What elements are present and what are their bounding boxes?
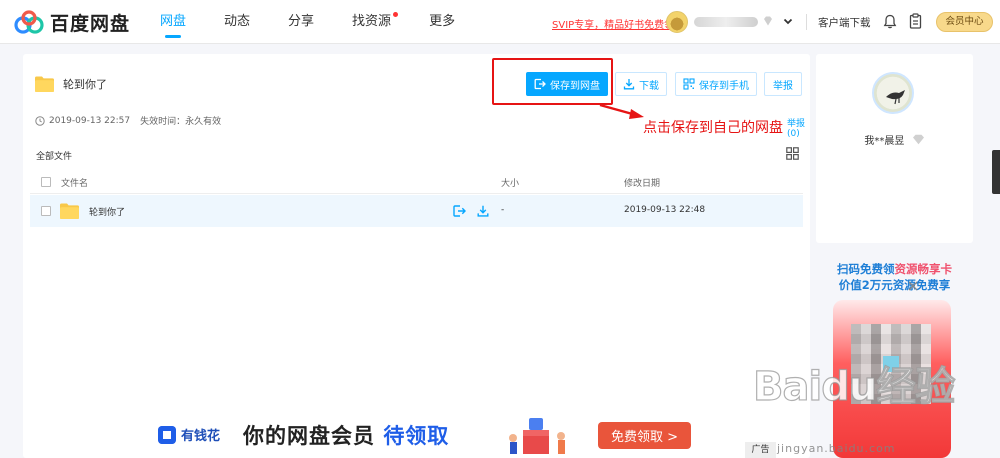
sharer-name-row: 我**晨昱 (816, 132, 973, 147)
ad-headline: 你的网盘会员 待领取 (243, 420, 449, 450)
ad-headline-highlight: 待领取 (383, 424, 450, 448)
user-avatar[interactable] (666, 11, 688, 33)
column-header-date[interactable]: 修改日期 (624, 176, 660, 189)
member-center-button[interactable]: 会员中心 (936, 12, 993, 32)
nav-tab-activity[interactable]: 动态 (224, 0, 250, 44)
nav-tab-share[interactable]: 分享 (288, 0, 314, 44)
main-nav-tabs: 网盘 动态 分享 找资源 更多 (160, 0, 493, 44)
breadcrumb-all-files[interactable]: 全部文件 (36, 149, 72, 162)
brand-name: 百度网盘 (50, 13, 131, 35)
brand-logo[interactable]: 百度网盘 (14, 9, 130, 36)
baidu-cloud-logo-icon (14, 9, 44, 34)
ad-tag: 广告 (745, 442, 776, 458)
ad-brand-logo: 有钱花 (158, 425, 220, 444)
ad-brand-name: 有钱花 (181, 429, 221, 444)
table-row[interactable]: 轮到你了 - 2019-09-13 22:48 (30, 195, 803, 227)
promo-headline-highlight: 资源畅享卡 (894, 262, 953, 276)
save-to-phone-button[interactable]: 保存到手机 (675, 72, 757, 96)
report-count: (0) (787, 129, 800, 139)
share-detail-panel: 轮到你了 2019-09-13 22:57 失效时间：永久有效 举报(0) 保存… (23, 54, 810, 458)
username-blurred[interactable] (694, 17, 758, 27)
clipboard-icon[interactable] (909, 13, 922, 29)
promo-headline-prefix: 扫码免费领 (837, 262, 895, 276)
select-all-checkbox[interactable] (41, 177, 51, 187)
report-count-link[interactable]: 举报(0) (787, 116, 810, 139)
save-to-disk-icon[interactable] (453, 205, 466, 217)
nav-divider (806, 14, 807, 30)
bottom-ad-banner[interactable]: 有钱花 你的网盘会员 待领取 免费领取 > 广告 (146, 412, 776, 458)
vip-diamond-icon (764, 16, 772, 26)
floating-side-tab[interactable] (992, 150, 1000, 194)
clock-icon (35, 115, 45, 126)
row-file-size: - (501, 205, 505, 215)
save-to-phone-label: 保存到手机 (699, 80, 749, 92)
svip-promo-link[interactable]: SVIP专享，精品好书免费领 (552, 16, 674, 31)
vip-diamond-icon (912, 134, 924, 145)
ad-claim-button[interactable]: 免费领取 > (598, 422, 691, 449)
download-icon[interactable] (477, 205, 489, 217)
share-meta: 2019-09-13 22:57 失效时间：永久有效 (35, 114, 221, 127)
qr-code-icon (683, 78, 695, 90)
nav-tab-more[interactable]: 更多 (429, 0, 455, 44)
download-icon (623, 79, 635, 90)
ad-illustration-icon (509, 418, 565, 454)
folder-icon (35, 76, 54, 92)
share-created-time: 2019-09-13 22:57 (49, 115, 131, 126)
share-expire-time: 失效时间：永久有效 (140, 117, 222, 127)
nav-tab-find-resources-label: 找资源 (352, 14, 392, 29)
folder-icon (60, 203, 79, 219)
chevron-down-icon[interactable] (782, 15, 794, 27)
row-modified-date: 2019-09-13 22:48 (624, 205, 706, 215)
download-button[interactable]: 下载 (615, 72, 667, 96)
annotation-text: 点击保存到自己的网盘 (643, 120, 783, 136)
save-to-disk-icon (534, 78, 546, 90)
promo-phone-frame (833, 300, 951, 458)
qr-code-center-mark (883, 356, 899, 372)
download-label: 下载 (639, 80, 659, 92)
ad-headline-prefix: 你的网盘会员 (243, 424, 375, 448)
client-download-link[interactable]: 客户端下载 (818, 15, 871, 30)
save-to-netdisk-label: 保存到网盘 (550, 80, 600, 92)
share-folder-name: 轮到你了 (63, 78, 107, 91)
save-to-netdisk-button[interactable]: 保存到网盘 (526, 72, 608, 96)
ad-brand-icon (158, 425, 176, 444)
sharer-profile-card: 我**晨昱 (816, 54, 973, 243)
bird-avatar-icon (886, 90, 905, 105)
top-navigation-bar: 百度网盘 网盘 动态 分享 找资源 更多 SVIP专享，精品好书免费领 客户端下… (0, 0, 1000, 44)
sharer-avatar[interactable] (872, 72, 914, 114)
nav-tab-find-resources[interactable]: 找资源 (352, 0, 399, 44)
promo-subline: 价值2万元资源免费享 (838, 278, 951, 292)
close-icon[interactable] (906, 279, 920, 293)
sharer-name: 我**晨昱 (864, 136, 905, 147)
report-button[interactable]: 举报 (764, 72, 802, 96)
qr-promo-card[interactable]: 扫码免费领资源畅享卡 价值2万元资源免费享 (816, 252, 973, 458)
promo-headline: 扫码免费领资源畅享卡 (816, 261, 973, 277)
notification-dot (393, 12, 399, 17)
file-table-header: 文件名 大小 修改日期 (30, 170, 803, 194)
row-file-name[interactable]: 轮到你了 (89, 205, 125, 218)
report-link-label: 举报 (787, 119, 806, 129)
row-checkbox[interactable] (41, 206, 51, 216)
grid-view-icon[interactable] (786, 147, 799, 160)
nav-tab-netdisk[interactable]: 网盘 (160, 0, 186, 44)
column-header-size[interactable]: 大小 (501, 176, 519, 189)
share-title-row: 轮到你了 (35, 76, 107, 92)
bell-icon[interactable] (883, 14, 897, 29)
column-header-name[interactable]: 文件名 (61, 176, 88, 189)
